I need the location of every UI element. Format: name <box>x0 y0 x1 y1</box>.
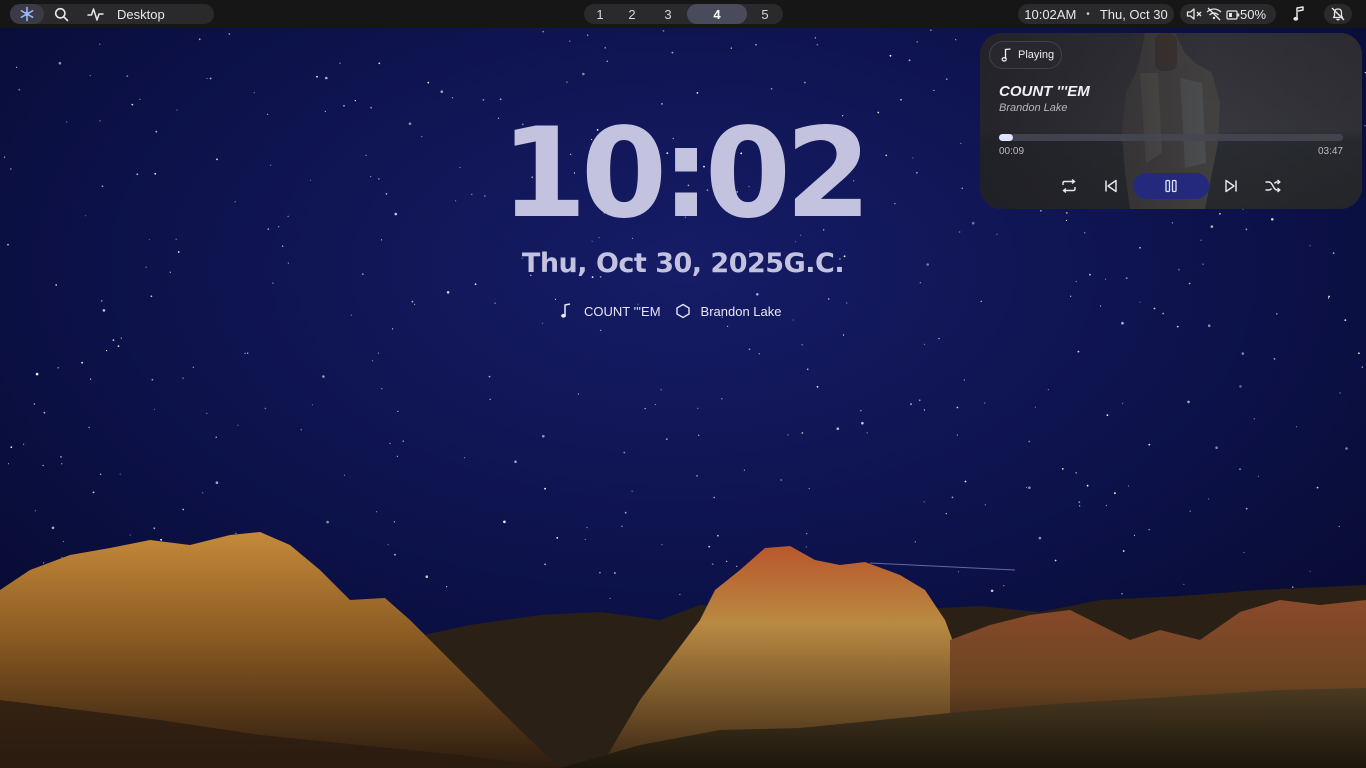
left-bar-group: Desktop <box>10 4 214 24</box>
system-status-group[interactable]: 50% <box>1180 4 1276 24</box>
bell-off-icon[interactable] <box>1324 4 1352 24</box>
next-icon[interactable] <box>1220 173 1242 199</box>
battery-percent: 50% <box>1240 6 1267 22</box>
desktop-now-playing: COUNT '''EM Brandon Lake <box>560 300 810 322</box>
active-window-label: Desktop <box>117 6 165 22</box>
shuffle-icon[interactable] <box>1262 173 1284 199</box>
music-note-icon <box>1001 48 1011 62</box>
music-note-icon <box>560 303 584 319</box>
progress-bar[interactable] <box>999 134 1343 141</box>
repeat-icon[interactable] <box>1058 173 1080 199</box>
workspace-1[interactable]: 1 <box>588 4 612 24</box>
music-note-icon[interactable] <box>1286 4 1312 24</box>
search-icon[interactable] <box>44 4 78 24</box>
arch-snowflake-icon[interactable] <box>10 4 44 24</box>
desktop-date: Thu, Oct 30, 2025G.C. <box>521 248 845 279</box>
workspace-5[interactable]: 5 <box>753 4 777 24</box>
volume-muted-icon[interactable] <box>1186 7 1204 26</box>
wifi-off-icon[interactable] <box>1206 7 1222 26</box>
top-bar: Desktop 1 2 3 4 5 10:02AM • Thu, Oct 30 … <box>0 0 1366 28</box>
pause-button[interactable] <box>1133 173 1209 199</box>
pause-icon <box>1165 179 1177 193</box>
clock-separator: • <box>1086 8 1090 20</box>
elapsed-time: 00:09 <box>999 146 1025 157</box>
now-playing-artist: Brandon Lake <box>700 303 782 319</box>
previous-icon[interactable] <box>1100 173 1122 199</box>
topbar-time: 10:02AM <box>1024 6 1077 22</box>
workspace-2[interactable]: 2 <box>620 4 644 24</box>
activity-icon[interactable] <box>78 4 112 24</box>
workspace-4[interactable]: 4 <box>687 4 747 24</box>
media-player-card: Playing COUNT '''EM Brandon Lake 00:09 0… <box>980 33 1362 209</box>
topbar-clock[interactable]: 10:02AM • Thu, Oct 30 <box>1018 4 1174 24</box>
hexagon-icon <box>675 303 701 319</box>
track-artist: Brandon Lake <box>999 102 1068 114</box>
topbar-date: Thu, Oct 30 <box>1099 6 1168 22</box>
workspace-switcher: 1 2 3 4 5 <box>584 4 783 24</box>
progress-fill <box>999 134 1013 141</box>
workspace-3[interactable]: 3 <box>656 4 680 24</box>
playback-status-chip[interactable]: Playing <box>989 41 1062 69</box>
desktop-clock: 10:02 <box>500 102 872 246</box>
playback-status-label: Playing <box>1018 49 1055 61</box>
now-playing-title: COUNT '''EM <box>584 303 661 319</box>
total-time: 03:47 <box>1317 146 1343 157</box>
track-title: COUNT '''EM <box>999 83 1090 100</box>
battery-icon[interactable] <box>1226 8 1240 26</box>
